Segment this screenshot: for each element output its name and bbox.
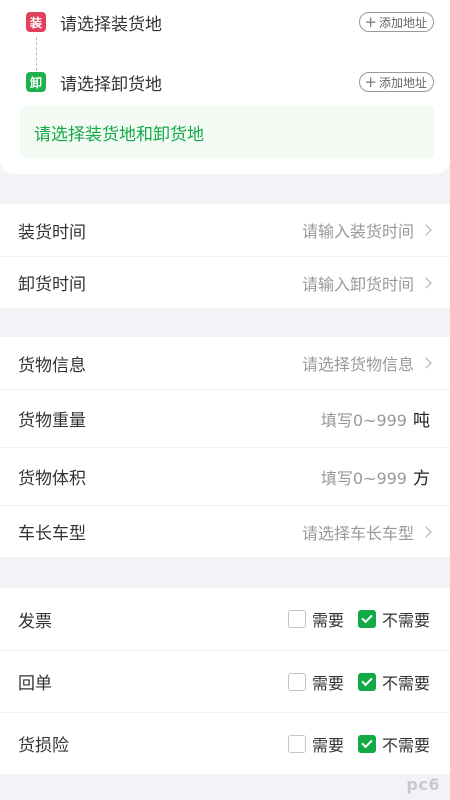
load-location-row[interactable]: 装 请选择装货地 + 添加地址 xyxy=(26,7,436,37)
unload-tag-icon: 卸 xyxy=(26,72,46,92)
cargo-volume-label: 货物体积 xyxy=(18,469,86,489)
checkbox-unchecked-icon[interactable] xyxy=(287,734,306,753)
vehicle-row[interactable]: 车长车型 请选择车长车型 xyxy=(0,505,450,557)
cargo-info-label: 货物信息 xyxy=(18,355,86,376)
checkbox-checked-icon[interactable] xyxy=(357,672,376,691)
unload-time-placeholder: 请输入卸货时间 xyxy=(301,274,414,294)
cargo-weight-label: 货物重量 xyxy=(18,411,86,431)
option-no-need-label: 不需要 xyxy=(381,611,430,630)
unload-location-placeholder: 请选择卸货地 xyxy=(60,74,162,95)
receipt-need-option[interactable]: 需要 xyxy=(287,670,344,694)
receipt-options: 需要 不需要 xyxy=(274,670,430,694)
load-location-placeholder: 请选择装货地 xyxy=(60,14,162,35)
unload-location-row[interactable]: 卸 请选择卸货地 + 添加地址 xyxy=(26,67,436,97)
cargo-weight-row: 货物重量 填写0~999 吨 xyxy=(0,389,450,447)
cargo-volume-row: 货物体积 填写0~999 方 xyxy=(0,447,450,505)
cargo-info-row[interactable]: 货物信息 请选择货物信息 xyxy=(0,337,450,389)
checkbox-unchecked-icon[interactable] xyxy=(287,610,306,628)
load-time-label: 装货时间 xyxy=(18,222,86,243)
watermark: pc6 xyxy=(406,775,440,794)
cargo-weight-input[interactable]: 填写0~999 吨 xyxy=(320,406,430,432)
insurance-options: 需要 不需要 xyxy=(274,732,430,756)
insurance-label: 货损险 xyxy=(18,736,69,756)
options-group: 发票 需要 不需要 回单 需要 不需要 货损险 需要 不需要 xyxy=(0,588,450,774)
load-time-input[interactable]: 请输入装货时间 xyxy=(301,218,432,242)
weight-unit: 吨 xyxy=(413,411,430,431)
unload-time-input[interactable]: 请输入卸货时间 xyxy=(301,271,432,295)
load-tag-icon: 装 xyxy=(26,12,46,32)
route-hint: 请选择装货地和卸货地 xyxy=(20,106,434,158)
add-unload-address-button[interactable]: + 添加地址 xyxy=(359,72,434,92)
add-load-address-button[interactable]: + 添加地址 xyxy=(359,12,434,32)
cargo-info-select[interactable]: 请选择货物信息 xyxy=(301,351,432,375)
chevron-right-icon xyxy=(420,276,432,289)
vehicle-placeholder: 请选择车长车型 xyxy=(301,523,414,543)
invoice-need-option[interactable]: 需要 xyxy=(287,607,344,631)
chevron-right-icon xyxy=(420,224,432,236)
checkbox-checked-icon[interactable] xyxy=(357,734,376,753)
chevron-right-icon xyxy=(420,525,432,538)
load-time-row[interactable]: 装货时间 请输入装货时间 xyxy=(0,204,450,256)
add-address-label: 添加地址 xyxy=(378,75,427,90)
insurance-row: 货损险 需要 不需要 xyxy=(0,712,450,774)
route-card: 装 请选择装货地 + 添加地址 卸 请选择卸货地 + 添加地址 请选择装货地和卸… xyxy=(0,0,450,174)
insurance-need-option[interactable]: 需要 xyxy=(287,732,344,756)
insurance-no-need-option[interactable]: 不需要 xyxy=(357,732,430,756)
cargo-volume-placeholder: 填写0~999 xyxy=(320,468,407,488)
option-no-need-label: 不需要 xyxy=(381,735,430,755)
invoice-row: 发票 需要 不需要 xyxy=(0,588,450,650)
vehicle-label: 车长车型 xyxy=(18,524,86,544)
add-address-label: 添加地址 xyxy=(378,15,427,30)
volume-unit: 方 xyxy=(413,469,430,489)
cargo-group: 货物信息 请选择货物信息 货物重量 填写0~999 吨 货物体积 填写0~999… xyxy=(0,337,450,557)
plus-icon: + xyxy=(364,72,377,91)
cargo-info-placeholder: 请选择货物信息 xyxy=(301,355,414,374)
plus-icon: + xyxy=(364,12,377,31)
checkbox-unchecked-icon[interactable] xyxy=(287,672,306,691)
time-group: 装货时间 请输入装货时间 卸货时间 请输入卸货时间 xyxy=(0,204,450,308)
checkbox-checked-icon[interactable] xyxy=(357,610,376,628)
option-no-need-label: 不需要 xyxy=(381,673,430,693)
cargo-volume-input[interactable]: 填写0~999 方 xyxy=(320,464,430,490)
route-connector xyxy=(36,37,37,71)
option-need-label: 需要 xyxy=(311,673,344,693)
option-need-label: 需要 xyxy=(311,735,344,755)
option-need-label: 需要 xyxy=(311,611,344,630)
receipt-no-need-option[interactable]: 不需要 xyxy=(357,670,430,694)
chevron-right-icon xyxy=(420,357,432,369)
receipt-label: 回单 xyxy=(18,674,52,694)
cargo-weight-placeholder: 填写0~999 xyxy=(320,410,407,430)
unload-time-row[interactable]: 卸货时间 请输入卸货时间 xyxy=(0,256,450,308)
vehicle-select[interactable]: 请选择车长车型 xyxy=(301,520,432,544)
invoice-options: 需要 不需要 xyxy=(274,607,430,631)
unload-time-label: 卸货时间 xyxy=(18,275,86,295)
load-time-placeholder: 请输入装货时间 xyxy=(301,222,414,241)
invoice-label: 发票 xyxy=(18,611,52,632)
invoice-no-need-option[interactable]: 不需要 xyxy=(357,607,430,631)
receipt-row: 回单 需要 不需要 xyxy=(0,650,450,712)
